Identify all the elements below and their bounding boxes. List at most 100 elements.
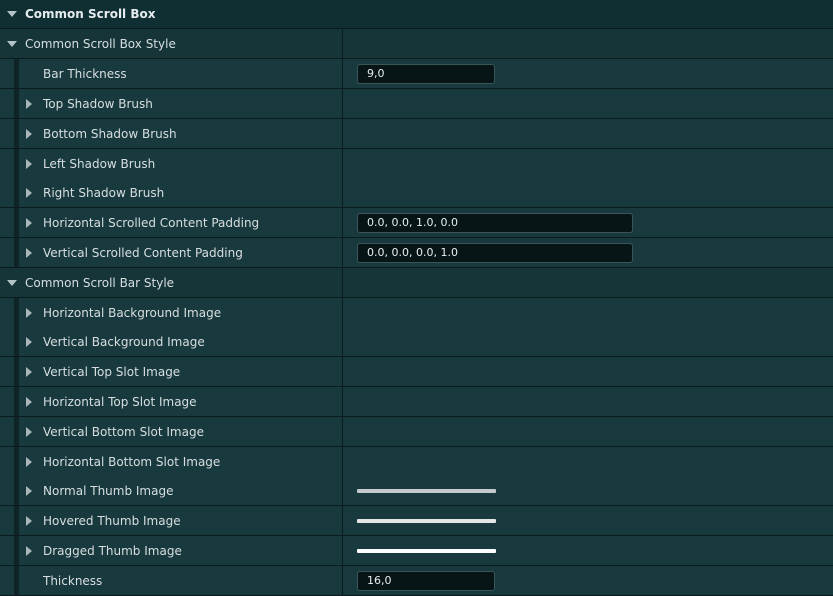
property-bottom-shadow-brush[interactable]: Bottom Shadow Brush <box>0 119 833 149</box>
property-name-cell: Vertical Background Image <box>0 327 343 356</box>
property-name-cell: Horizontal Scrolled Content Padding <box>0 208 343 237</box>
indent-guide <box>14 506 19 535</box>
property-value-cell: 9,0 <box>343 59 833 88</box>
chevron-right-icon[interactable] <box>26 98 32 109</box>
chevron-right-icon[interactable] <box>26 545 32 556</box>
group-label: Common Scroll Box Style <box>25 36 176 51</box>
section-header-common-scroll-box[interactable]: Common Scroll Box <box>0 0 833 29</box>
property-label: Normal Thumb Image <box>43 483 174 498</box>
chevron-right-icon[interactable] <box>26 128 32 139</box>
property-horizontal-top-slot-image[interactable]: Horizontal Top Slot Image <box>0 387 833 417</box>
property-name-cell: Hovered Thumb Image <box>0 506 343 535</box>
property-value-cell <box>343 536 833 565</box>
property-label: Right Shadow Brush <box>43 185 165 200</box>
hovered-thumb-preview <box>357 518 496 523</box>
indent-guide <box>14 566 19 595</box>
property-label: Horizontal Bottom Slot Image <box>43 454 221 469</box>
property-name-cell: Horizontal Background Image <box>0 298 343 327</box>
details-panel: Common Scroll Box Common Scroll Box Styl… <box>0 0 833 596</box>
property-name-cell: Right Shadow Brush <box>0 178 343 207</box>
property-horizontal-background-image[interactable]: Horizontal Background Image <box>0 298 833 328</box>
indent-guide <box>14 327 19 356</box>
indent-guide <box>14 178 19 207</box>
property-value-cell <box>343 447 833 476</box>
property-value-cell: 0.0, 0.0, 0.0, 1.0 <box>343 238 833 267</box>
chevron-right-icon[interactable] <box>26 336 32 347</box>
chevron-right-icon[interactable] <box>26 396 32 407</box>
normal-thumb-preview <box>357 488 496 493</box>
property-value-cell <box>343 417 833 446</box>
property-name-cell: Vertical Scrolled Content Padding <box>0 238 343 267</box>
property-value-cell <box>343 476 833 505</box>
property-label: Top Shadow Brush <box>43 96 153 111</box>
indent-guide <box>14 119 19 148</box>
property-vertical-top-slot-image[interactable]: Vertical Top Slot Image <box>0 357 833 387</box>
chevron-right-icon[interactable] <box>26 307 32 318</box>
vertical-padding-input[interactable]: 0.0, 0.0, 0.0, 1.0 <box>357 242 633 263</box>
property-label: Bottom Shadow Brush <box>43 126 177 141</box>
property-top-shadow-brush[interactable]: Top Shadow Brush <box>0 89 833 119</box>
section-title: Common Scroll Box <box>25 7 156 21</box>
property-vertical-scrolled-content-padding[interactable]: Vertical Scrolled Content Padding 0.0, 0… <box>0 238 833 268</box>
section-name-cell: Common Scroll Box <box>0 0 343 28</box>
property-name-cell: Horizontal Bottom Slot Image <box>0 447 343 476</box>
property-hovered-thumb-image[interactable]: Hovered Thumb Image <box>0 506 833 536</box>
property-name-cell: Top Shadow Brush <box>0 89 343 118</box>
chevron-right-icon[interactable] <box>26 158 32 169</box>
chevron-right-icon[interactable] <box>26 515 32 526</box>
bar-thickness-input[interactable]: 9,0 <box>357 63 495 84</box>
property-horizontal-bottom-slot-image[interactable]: Horizontal Bottom Slot Image <box>0 447 833 477</box>
horizontal-padding-input[interactable]: 0.0, 0.0, 1.0, 0.0 <box>357 212 633 233</box>
group-common-scroll-bar-style[interactable]: Common Scroll Bar Style <box>0 268 833 298</box>
property-value-cell <box>343 506 833 535</box>
group-label: Common Scroll Bar Style <box>25 275 175 290</box>
chevron-down-icon[interactable] <box>7 40 17 47</box>
property-label: Bar Thickness <box>43 66 127 81</box>
property-label: Vertical Scrolled Content Padding <box>43 245 243 260</box>
indent-guide <box>14 476 19 505</box>
indent-guide <box>14 149 19 178</box>
group-common-scroll-box-style[interactable]: Common Scroll Box Style <box>0 29 833 59</box>
property-value-cell <box>343 357 833 386</box>
property-horizontal-scrolled-content-padding[interactable]: Horizontal Scrolled Content Padding 0.0,… <box>0 208 833 238</box>
indent-guide <box>14 536 19 565</box>
property-value-cell: 0.0, 0.0, 1.0, 0.0 <box>343 208 833 237</box>
chevron-right-icon[interactable] <box>26 217 32 228</box>
property-value-cell <box>343 387 833 416</box>
property-normal-thumb-image[interactable]: Normal Thumb Image <box>0 476 833 506</box>
chevron-right-icon[interactable] <box>26 366 32 377</box>
indent-guide <box>14 59 19 88</box>
property-name-cell: Bottom Shadow Brush <box>0 119 343 148</box>
chevron-right-icon[interactable] <box>26 456 32 467</box>
property-label: Thickness <box>43 573 103 588</box>
chevron-right-icon[interactable] <box>26 187 32 198</box>
property-bar-thickness: Bar Thickness 9,0 <box>0 59 833 89</box>
property-name-cell: Bar Thickness <box>0 59 343 88</box>
property-left-shadow-brush[interactable]: Left Shadow Brush <box>0 149 833 179</box>
indent-guide <box>14 447 19 476</box>
indent-guide <box>14 298 19 327</box>
property-vertical-background-image[interactable]: Vertical Background Image <box>0 327 833 357</box>
property-name-cell: Horizontal Top Slot Image <box>0 387 343 416</box>
chevron-right-icon[interactable] <box>26 247 32 258</box>
property-value-cell <box>343 149 833 178</box>
group-name-cell: Common Scroll Box Style <box>0 29 343 58</box>
chevron-down-icon[interactable] <box>7 279 17 286</box>
indent-guide <box>14 238 19 267</box>
property-vertical-bottom-slot-image[interactable]: Vertical Bottom Slot Image <box>0 417 833 447</box>
chevron-down-icon[interactable] <box>7 11 17 17</box>
property-label: Horizontal Scrolled Content Padding <box>43 215 260 230</box>
property-value-cell <box>343 178 833 207</box>
group-name-cell: Common Scroll Bar Style <box>0 268 343 297</box>
property-label: Horizontal Top Slot Image <box>43 394 197 409</box>
indent-guide <box>14 417 19 446</box>
indent-guide <box>14 208 19 237</box>
chevron-right-icon[interactable] <box>26 426 32 437</box>
property-label: Hovered Thumb Image <box>43 513 181 528</box>
property-name-cell: Vertical Bottom Slot Image <box>0 417 343 446</box>
property-label: Vertical Bottom Slot Image <box>43 424 204 439</box>
thickness-input[interactable]: 16,0 <box>357 570 495 591</box>
property-dragged-thumb-image[interactable]: Dragged Thumb Image <box>0 536 833 566</box>
property-right-shadow-brush[interactable]: Right Shadow Brush <box>0 178 833 208</box>
chevron-right-icon[interactable] <box>26 485 32 496</box>
